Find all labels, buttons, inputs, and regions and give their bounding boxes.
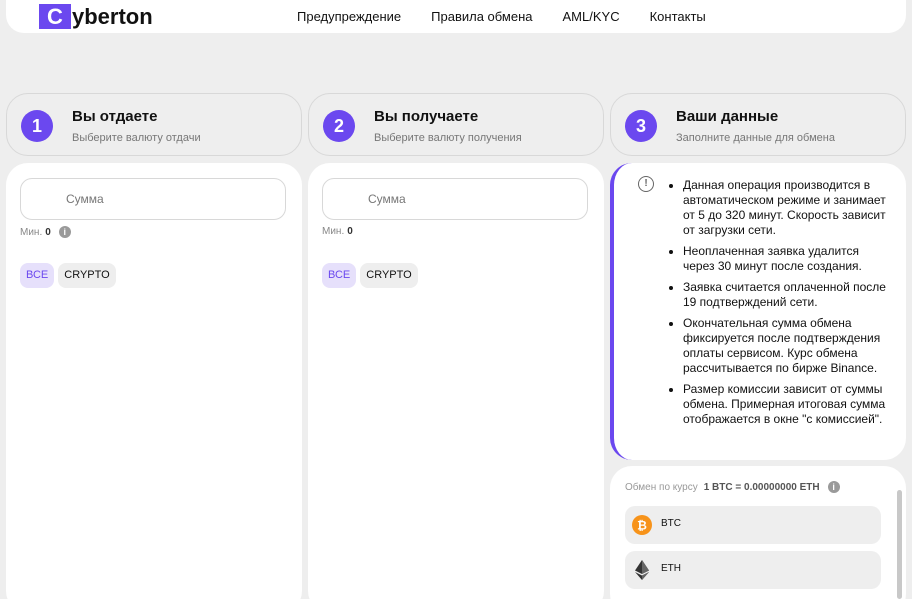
step-number: 1	[21, 110, 53, 142]
alert-icon: !	[638, 176, 654, 192]
rate-label: Обмен по курсу	[625, 481, 698, 493]
coin-option-btc[interactable]: ₿ BTC	[625, 506, 881, 544]
nav-link-contacts[interactable]: Контакты	[650, 9, 706, 24]
main-nav: Предупреждение Правила обмена AML/KYC Ко…	[297, 9, 706, 24]
receive-panel: Мин. 0 ВСЕ CRYPTO	[308, 163, 604, 599]
exchange-notice: ! Данная операция производится в автомат…	[610, 163, 906, 460]
nav-link-aml-kyc[interactable]: AML/KYC	[563, 9, 620, 24]
notice-item: Неоплаченная заявка удалится через 30 ми…	[683, 244, 888, 274]
step-subtitle: Выберите валюту отдачи	[72, 132, 201, 144]
give-filters: ВСЕ CRYPTO	[20, 263, 116, 288]
notice-item: Данная операция производится в автоматич…	[683, 178, 888, 238]
step-data-header: 3 Ваши данные Заполните данные для обмен…	[610, 93, 906, 156]
logo[interactable]: C yberton	[39, 4, 153, 29]
filter-all-chip[interactable]: ВСЕ	[322, 263, 357, 288]
give-panel: Мин. 0 i ВСЕ CRYPTO	[6, 163, 302, 599]
give-min-row: Мин. 0 i	[20, 226, 71, 238]
nav-link-warning[interactable]: Предупреждение	[297, 9, 401, 24]
svg-text:₿: ₿	[637, 519, 647, 533]
step-receive-header: 2 Вы получаете Выберите валюту получения	[308, 93, 604, 156]
coin-option-eth[interactable]: ETH	[625, 551, 881, 589]
receive-min-row: Мин. 0	[322, 226, 353, 237]
receive-amount-input[interactable]	[322, 178, 588, 220]
step-number: 2	[323, 110, 355, 142]
bitcoin-icon: ₿	[632, 515, 652, 535]
ethereum-icon	[635, 560, 649, 580]
min-label: Мин.	[322, 226, 345, 237]
filter-all-chip[interactable]: ВСЕ	[20, 263, 55, 288]
step-number: 3	[625, 110, 657, 142]
step-subtitle: Заполните данные для обмена	[676, 132, 835, 144]
logo-letter: C	[39, 4, 71, 29]
info-icon[interactable]: i	[58, 226, 71, 238]
coin-name: BTC	[661, 518, 681, 529]
coin-select-panel: Обмен по курсу 1 BTC = 0.00000000 ETH i …	[610, 466, 906, 599]
give-amount-input[interactable]	[20, 178, 286, 220]
rate-value: 1 BTC = 0.00000000 ETH	[703, 481, 820, 493]
filter-crypto-chip[interactable]: CRYPTO	[360, 263, 418, 288]
step-give-header: 1 Вы отдаете Выберите валюту отдачи	[6, 93, 302, 156]
step-title: Вы отдаете	[72, 108, 158, 125]
site-header: C yberton Предупреждение Правила обмена …	[6, 0, 906, 33]
step-title: Ваши данные	[676, 108, 779, 125]
min-label: Мин.	[20, 226, 43, 238]
notice-list: Данная операция производится в автоматич…	[683, 178, 888, 433]
notice-item: Окончательная сумма обмена фиксируется п…	[683, 316, 888, 376]
exchange-rate: Обмен по курсу 1 BTC = 0.00000000 ETH i	[625, 481, 840, 493]
step-title: Вы получаете	[374, 108, 479, 125]
notice-item: Размер комиссии зависит от суммы обмена.…	[683, 382, 888, 427]
coin-name: ETH	[661, 563, 681, 574]
info-icon[interactable]: i	[827, 481, 840, 493]
step-subtitle: Выберите валюту получения	[374, 132, 522, 144]
notice-item: Заявка считается оплаченной после 19 под…	[683, 280, 888, 310]
filter-crypto-chip[interactable]: CRYPTO	[58, 263, 116, 288]
min-value: 0	[347, 226, 353, 237]
nav-link-exchange-rules[interactable]: Правила обмена	[431, 9, 532, 24]
receive-filters: ВСЕ CRYPTO	[322, 263, 418, 288]
logo-text: yberton	[72, 4, 153, 29]
coin-list-scrollbar[interactable]	[897, 490, 902, 599]
min-value: 0	[45, 226, 51, 238]
